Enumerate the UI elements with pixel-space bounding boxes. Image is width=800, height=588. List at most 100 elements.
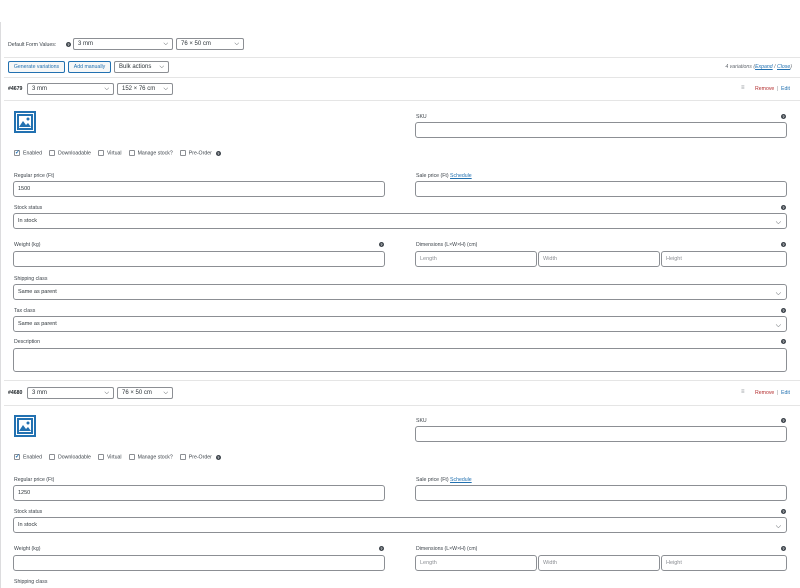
virtual-checkbox[interactable]: Virtual bbox=[97, 150, 122, 156]
expand-link[interactable]: Expand bbox=[755, 64, 773, 70]
virtual-checkbox[interactable]: Virtual bbox=[97, 454, 122, 461]
schedule-link[interactable]: Schedule bbox=[450, 173, 472, 179]
sale-price-label: Sale price (Ft) Schedule bbox=[416, 173, 472, 179]
close-link[interactable]: Close bbox=[777, 64, 790, 70]
help-icon: ? bbox=[781, 308, 786, 313]
checkbox-box[interactable] bbox=[179, 454, 186, 460]
chevron-down-icon: ⌵ bbox=[104, 390, 109, 396]
help-icon: ? bbox=[781, 339, 786, 344]
bulk-actions-select[interactable]: Bulk actions ⌵ bbox=[114, 61, 169, 73]
sku-input[interactable] bbox=[415, 122, 787, 138]
manage-stock-checkbox[interactable]: Manage stock? bbox=[128, 454, 173, 460]
length-input[interactable]: Length bbox=[415, 555, 537, 571]
variation-thickness-value: 3 mm bbox=[32, 390, 47, 396]
checkbox-box[interactable] bbox=[179, 150, 186, 156]
edit-link[interactable]: Edit bbox=[781, 390, 790, 396]
checkbox-box[interactable] bbox=[128, 454, 135, 460]
variation-image-icon[interactable] bbox=[14, 415, 36, 437]
regular-price-input[interactable]: 1500 bbox=[13, 181, 385, 197]
checkbox-label: Enabled bbox=[23, 454, 43, 461]
checkbox-box[interactable] bbox=[14, 453, 20, 460]
default-thickness-select[interactable]: 3 mm ⌵ bbox=[73, 38, 173, 50]
help-icon: ? bbox=[781, 205, 786, 210]
regular-price-input[interactable]: 1250 bbox=[13, 485, 385, 501]
help-icon: ? bbox=[781, 114, 786, 119]
variation-thickness-select[interactable]: 3 mm ⌵ bbox=[27, 387, 114, 399]
chevron-down-icon: ⌵ bbox=[163, 390, 168, 396]
sale-price-input[interactable] bbox=[415, 181, 787, 197]
divider bbox=[4, 100, 800, 101]
checkbox-box[interactable] bbox=[14, 149, 20, 156]
remove-link[interactable]: Remove bbox=[755, 86, 774, 92]
sale-price-label: Sale price (Ft) Schedule bbox=[416, 477, 472, 483]
drag-handle-icon[interactable]: ≡ bbox=[741, 85, 745, 91]
edit-link[interactable]: Edit bbox=[781, 86, 790, 92]
help-icon: ? bbox=[781, 418, 786, 423]
manage-stock-checkbox[interactable]: Manage stock? bbox=[128, 150, 173, 156]
height-input[interactable]: Height bbox=[661, 251, 787, 267]
help-icon: ? bbox=[215, 454, 221, 460]
enabled-checkbox[interactable]: Enabled bbox=[14, 149, 43, 157]
checkbox-label: Pre-Order bbox=[188, 454, 212, 461]
weight-input[interactable] bbox=[13, 555, 385, 571]
tax-class-value: Same as parent bbox=[18, 321, 57, 327]
variations-count: 4 variations ( bbox=[725, 64, 756, 70]
link-separator: | bbox=[777, 86, 779, 92]
help-icon: ? bbox=[781, 546, 786, 551]
pre-order-checkbox[interactable]: Pre-Order bbox=[179, 454, 212, 461]
variation-size-value: 76 × 50 cm bbox=[122, 390, 152, 396]
image-placeholder-icon bbox=[17, 418, 33, 434]
add-manually-button[interactable]: Add manually bbox=[68, 61, 111, 73]
chevron-down-icon: ⌵ bbox=[775, 523, 781, 530]
generate-variations-button[interactable]: Generate variations bbox=[8, 61, 65, 73]
variation-size-select[interactable]: 152 × 76 cm ⌵ bbox=[117, 83, 173, 95]
downloadable-checkbox[interactable]: Downloadable bbox=[49, 454, 91, 460]
top-bar bbox=[0, 0, 800, 22]
height-input[interactable]: Height bbox=[661, 555, 787, 571]
width-input[interactable]: Width bbox=[538, 555, 660, 571]
checkbox-box[interactable] bbox=[97, 454, 104, 460]
weight-label: Weight (kg) bbox=[14, 546, 41, 552]
divider bbox=[4, 380, 800, 381]
variation-thickness-select[interactable]: 3 mm ⌵ bbox=[27, 83, 114, 95]
variation-image-icon[interactable] bbox=[14, 111, 36, 133]
width-input[interactable]: Width bbox=[538, 251, 660, 267]
shipping-class-label: Shipping class bbox=[14, 579, 48, 585]
stock-status-value: In stock bbox=[18, 522, 37, 528]
tax-class-label: Tax class bbox=[14, 308, 36, 314]
tax-class-select[interactable]: Same as parent ⌵ bbox=[13, 316, 787, 332]
remove-link[interactable]: Remove bbox=[755, 390, 774, 396]
sku-label: SKU bbox=[416, 418, 427, 424]
checkbox-box[interactable] bbox=[97, 150, 104, 156]
checkbox-label: Enabled bbox=[23, 150, 43, 157]
help-icon: ? bbox=[66, 42, 71, 47]
shipping-class-select[interactable]: Same as parent ⌵ bbox=[13, 284, 787, 300]
downloadable-checkbox[interactable]: Downloadable bbox=[49, 150, 91, 156]
dimensions-label: Dimensions (L×W×H) (cm) bbox=[416, 242, 478, 248]
enabled-checkbox[interactable]: Enabled bbox=[14, 453, 43, 461]
default-size-select[interactable]: 76 × 50 cm ⌵ bbox=[176, 38, 244, 50]
sale-price-text: Sale price (Ft) bbox=[416, 477, 449, 483]
checkbox-box[interactable] bbox=[128, 150, 135, 156]
sale-price-input[interactable] bbox=[415, 485, 787, 501]
description-textarea[interactable] bbox=[13, 348, 787, 372]
stock-status-select[interactable]: In stock ⌵ bbox=[13, 213, 787, 229]
length-input[interactable]: Length bbox=[415, 251, 537, 267]
pre-order-checkbox[interactable]: Pre-Order bbox=[179, 150, 212, 156]
divider bbox=[4, 77, 800, 78]
variation-id: #4679 bbox=[8, 86, 23, 92]
checkbox-box[interactable] bbox=[49, 150, 56, 156]
sku-input[interactable] bbox=[415, 426, 787, 442]
stock-status-select[interactable]: In stock ⌵ bbox=[13, 517, 787, 533]
summary-end: ) bbox=[790, 64, 792, 70]
checkbox-box[interactable] bbox=[49, 454, 56, 460]
drag-handle-icon[interactable]: ≡ bbox=[741, 389, 745, 395]
image-placeholder-icon bbox=[17, 114, 33, 130]
schedule-link[interactable]: Schedule bbox=[450, 477, 472, 483]
dimensions-label: Dimensions (L×W×H) (cm) bbox=[416, 546, 478, 552]
variation-size-select[interactable]: 76 × 50 cm ⌵ bbox=[117, 387, 173, 399]
stock-status-value: In stock bbox=[18, 218, 37, 224]
checkbox-label: Virtual bbox=[106, 454, 122, 461]
chevron-down-icon: ⌵ bbox=[775, 322, 781, 329]
weight-input[interactable] bbox=[13, 251, 385, 267]
